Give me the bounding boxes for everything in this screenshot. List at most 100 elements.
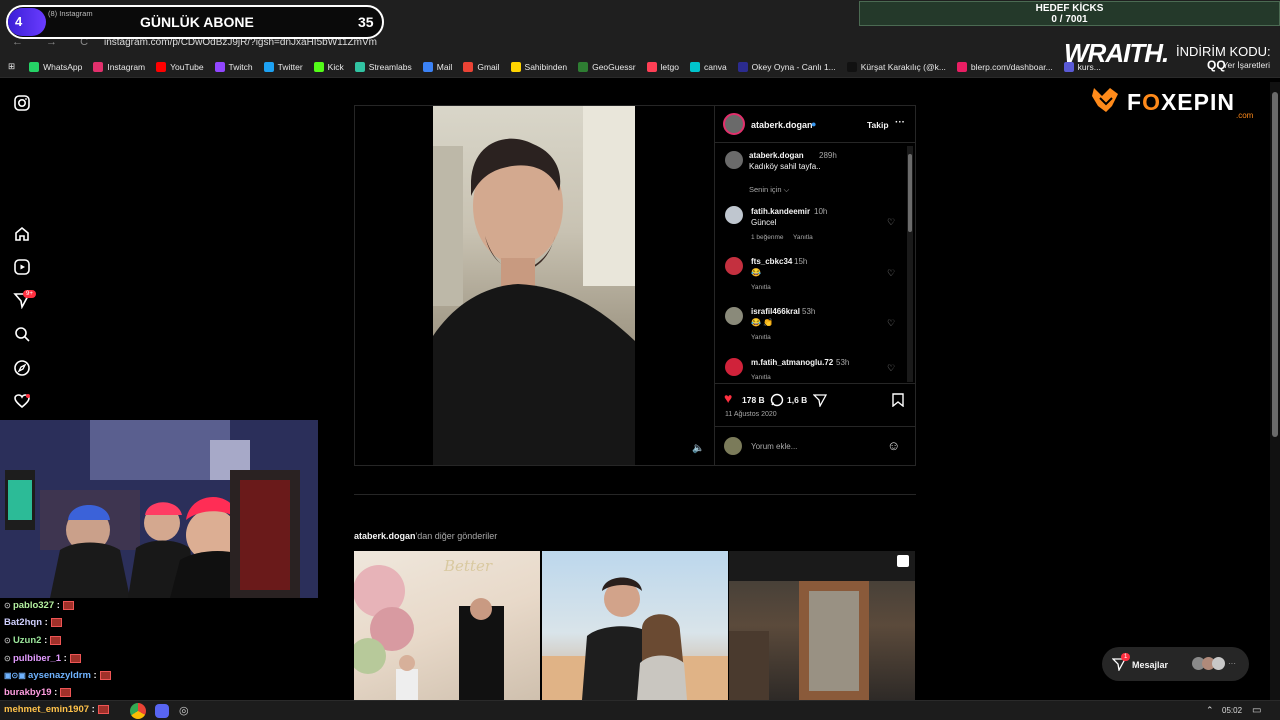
chat-username[interactable]: pablo327 — [13, 600, 54, 611]
bookmark-favicon-icon — [214, 61, 225, 72]
comments-scroll-thumb[interactable] — [908, 154, 912, 232]
bookmark-item[interactable]: letgo — [646, 61, 679, 72]
chat-line: ⊙ pulbiber_1 : — [4, 653, 81, 664]
reels-icon[interactable] — [13, 258, 31, 276]
bookmark-item[interactable]: canva — [689, 61, 727, 72]
bookmark-item[interactable]: WhatsApp — [29, 61, 82, 72]
comment-age: 10h — [814, 207, 828, 216]
comment-text: 😂 — [751, 268, 761, 277]
reply-link[interactable]: Yanıtla — [751, 284, 771, 291]
bookmark-item[interactable]: Mail — [422, 61, 452, 72]
save-bookmark-icon[interactable] — [892, 393, 904, 407]
like-comment-icon[interactable]: ♡ — [887, 363, 895, 374]
caption-text: Kadıköy sahil tayfa.. — [749, 162, 821, 171]
emoji-icon[interactable]: ☺ — [887, 438, 900, 453]
author-username[interactable]: ataberk.dogan — [751, 120, 813, 130]
chat-username[interactable]: Bat2hqn — [4, 617, 42, 628]
bookmark-item[interactable]: Instagram — [93, 61, 145, 72]
comment-username[interactable]: fts_cbkc34 — [751, 257, 792, 266]
comment-avatar[interactable] — [725, 206, 743, 224]
emote-icon — [99, 670, 111, 680]
comment-age: 53h — [836, 358, 850, 367]
search-icon[interactable] — [13, 325, 31, 343]
reply-link[interactable]: Yanıtla — [793, 234, 813, 241]
bookmark-item[interactable]: Gmail — [463, 61, 500, 72]
notifications-heart-icon[interactable] — [13, 392, 31, 410]
comment-avatar[interactable] — [725, 257, 743, 275]
bookmark-label: Kick — [327, 61, 344, 72]
logo-part: XEPIN — [1160, 89, 1235, 115]
like-heart-icon[interactable]: ♥ — [724, 390, 732, 406]
bookmark-label: blerp.com/dashboar... — [970, 61, 1053, 72]
messages-button[interactable]: 1 Mesajlar ··· — [1102, 647, 1249, 681]
tray-chevron-icon[interactable]: ⌃ — [1206, 705, 1214, 716]
home-icon[interactable] — [13, 225, 31, 243]
post-thumbnail[interactable] — [542, 551, 728, 700]
page-scroll-thumb[interactable] — [1272, 92, 1278, 437]
bookmark-favicon-icon — [646, 61, 657, 72]
bookmark-label: Twitch — [228, 61, 253, 72]
bookmark-label: Okey Oyna - Canlı 1... — [751, 61, 836, 72]
bookmark-item[interactable]: YouTube — [156, 61, 204, 72]
comment-avatar[interactable] — [725, 307, 743, 325]
comment-username[interactable]: fatih.kandeemir — [751, 207, 810, 216]
sort-label: Senin için — [749, 185, 782, 194]
like-comment-icon[interactable]: ♡ — [887, 217, 895, 228]
goal-value: 0 / 7001 — [1051, 14, 1088, 25]
foxepin-logo: FOXEPIN — [1127, 89, 1235, 116]
comment-input[interactable]: Yorum ekle... — [751, 442, 797, 451]
mute-icon[interactable]: 🔈 — [692, 443, 704, 454]
chat-username[interactable]: Uzun2 — [13, 635, 42, 646]
notifications-icon[interactable]: ▭ — [1252, 705, 1261, 716]
clock[interactable]: 05:02 — [1222, 706, 1242, 715]
bookmarks-folder[interactable]: Yer İşaretleri — [1223, 60, 1270, 70]
bookmark-item[interactable]: Kürşat Karakılıç (@k... — [846, 61, 946, 72]
chat-username[interactable]: burakby19 — [4, 687, 52, 698]
chrome-taskbar-icon[interactable] — [130, 703, 146, 719]
obs-taskbar-icon[interactable]: ◎ — [179, 704, 189, 717]
author-avatar[interactable] — [723, 113, 745, 135]
bookmark-item[interactable]: GeoGuessr — [578, 61, 636, 72]
comment-icon[interactable] — [770, 393, 784, 407]
share-icon[interactable] — [813, 393, 827, 407]
like-count[interactable]: 178 B — [742, 395, 765, 405]
comment-username[interactable]: israfil466kral — [751, 307, 800, 316]
instagram-logo-icon[interactable] — [13, 94, 31, 112]
like-comment-icon[interactable]: ♡ — [887, 318, 895, 329]
chat-username[interactable]: mehmet_emin1907 — [4, 704, 89, 715]
bookmark-item[interactable]: blerp.com/dashboar... — [956, 61, 1053, 72]
reply-link[interactable]: Yanıtla — [751, 334, 771, 341]
post-video[interactable] — [433, 106, 635, 465]
explore-icon[interactable] — [13, 359, 31, 377]
comment-username[interactable]: m.fatih_atmanoglu.72 — [751, 358, 833, 367]
foxepin-domain: .com — [1236, 111, 1254, 120]
comment-avatar[interactable] — [725, 358, 743, 376]
comment-sort[interactable]: Senin için ⌵ — [749, 185, 789, 195]
post-thumbnail[interactable]: Better — [354, 551, 540, 700]
more-posts-user[interactable]: ataberk.dogan — [354, 531, 416, 541]
bookmark-item[interactable]: Twitter — [263, 61, 303, 72]
bookmark-item[interactable]: Twitch — [214, 61, 253, 72]
chat-username[interactable]: aysenazyldrm — [28, 670, 91, 681]
tab-title[interactable]: (8) Instagram — [48, 9, 93, 18]
reply-link[interactable]: Yanıtla — [751, 374, 771, 381]
post-thumbnail[interactable] — [729, 551, 915, 700]
like-comment-icon[interactable]: ♡ — [887, 268, 895, 279]
dm-badge: 9+ — [23, 290, 36, 298]
bookmark-item[interactable]: Sahibinden — [510, 61, 567, 72]
instagram-sidebar — [0, 78, 44, 420]
caption-username[interactable]: ataberk.dogan — [749, 151, 804, 160]
bookmark-item[interactable]: Streamlabs — [354, 61, 412, 72]
chat-username[interactable]: pulbiber_1 — [13, 653, 61, 664]
discord-taskbar-icon[interactable] — [155, 704, 169, 718]
badge-icon: ⊙ — [4, 654, 13, 663]
more-options-icon[interactable]: ··· — [895, 117, 905, 128]
bookmark-item[interactable]: Kick — [313, 61, 344, 72]
caption-avatar[interactable] — [725, 151, 743, 169]
comment-count[interactable]: 1,6 B — [787, 395, 807, 405]
comment-likes[interactable]: 1 beğenme — [751, 234, 784, 241]
bookmark-item[interactable]: Okey Oyna - Canlı 1... — [737, 61, 836, 72]
follow-button[interactable]: Takip — [867, 120, 889, 130]
bookmark-favicon-icon — [29, 61, 40, 72]
apps-icon[interactable]: ⊞ — [8, 61, 15, 72]
